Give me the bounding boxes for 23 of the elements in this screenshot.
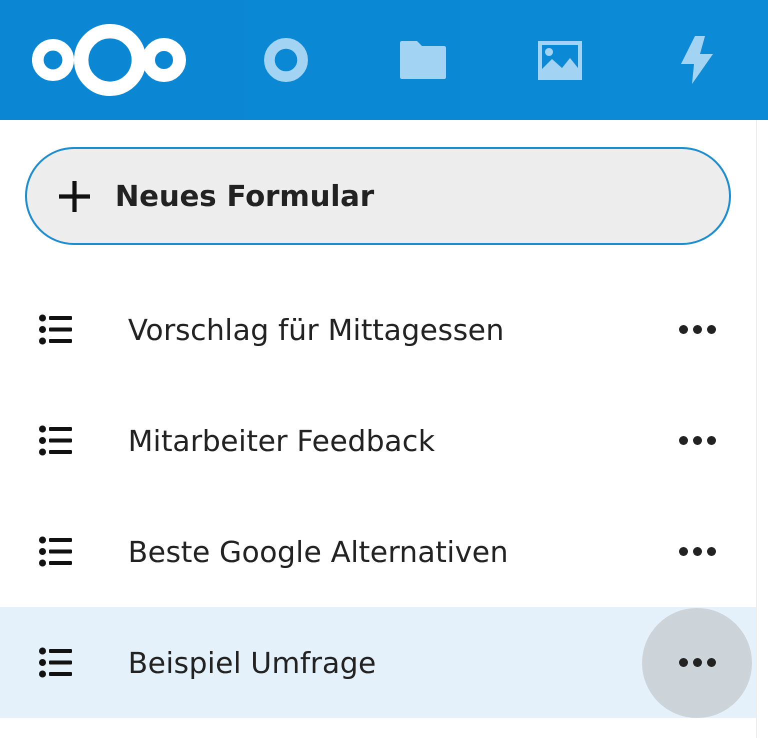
ellipsis-icon	[678, 547, 716, 556]
form-title: Vorschlag für Mittagessen	[128, 312, 506, 346]
form-title: Beste Google Alternativen	[128, 534, 510, 568]
list-icon	[39, 535, 72, 568]
plus-icon	[59, 180, 90, 212]
ring-icon[interactable]	[264, 38, 308, 82]
form-list-item[interactable]: Beispiel Umfrage	[0, 607, 756, 718]
form-list-item[interactable]: Vorschlag für Mittagessen	[0, 274, 756, 385]
new-form-button[interactable]: Neues Formular	[25, 147, 731, 245]
ellipsis-icon	[678, 658, 716, 667]
list-icon	[39, 424, 72, 457]
image-icon[interactable]	[538, 40, 582, 80]
form-title: Beispiel Umfrage	[128, 646, 378, 680]
three-rings-logo[interactable]	[32, 24, 186, 96]
form-list-item[interactable]: Mitarbeiter Feedback	[0, 385, 756, 496]
ellipsis-icon	[678, 436, 716, 445]
lightning-icon[interactable]	[680, 36, 712, 84]
folder-icon[interactable]	[400, 41, 446, 79]
list-icon	[39, 313, 72, 346]
ellipsis-icon	[678, 325, 716, 334]
form-list-item[interactable]: Beste Google Alternativen	[0, 496, 756, 607]
list-icon	[39, 646, 72, 679]
form-title: Mitarbeiter Feedback	[128, 424, 436, 458]
